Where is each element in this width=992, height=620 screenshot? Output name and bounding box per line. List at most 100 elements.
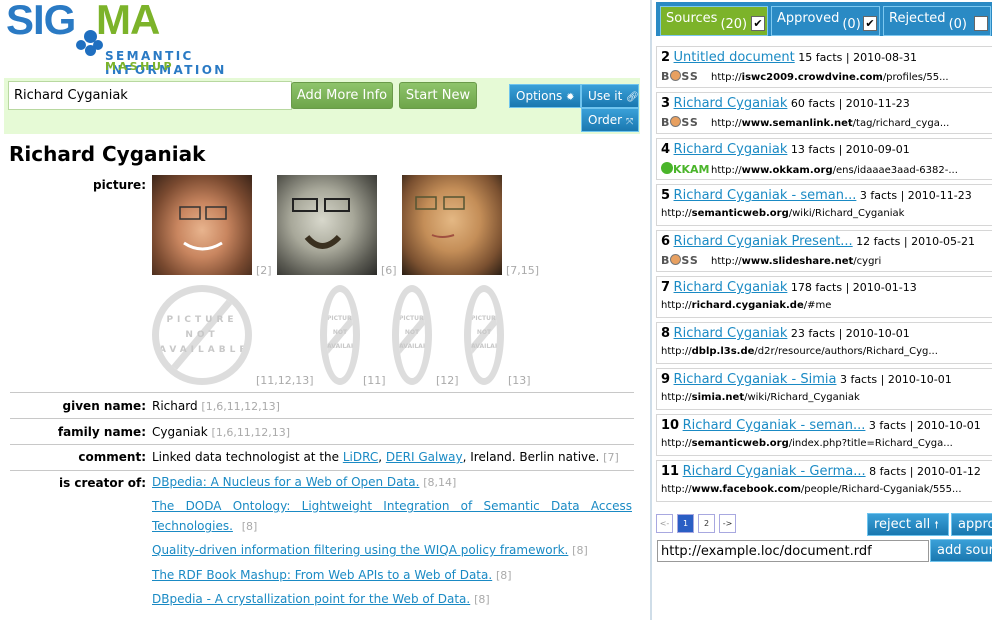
okkam-logo-icon: KKAM — [661, 162, 711, 176]
source-url[interactable]: B SS http://www.semanlink.net/tag/richard_… — [661, 116, 949, 129]
source-meta: 60 facts | 2010-11-23 — [787, 97, 910, 110]
source-title-link[interactable]: Richard Cyganiak — [674, 326, 788, 341]
comment-value: Linked data technologist at the LiDRC, D… — [152, 450, 619, 464]
picture-not-available-4[interactable]: PICTURE NOT AVAILABLE — [464, 285, 504, 385]
source-header: 2 Untitled document 15 facts | 2010-08-3… — [661, 50, 917, 65]
logo-ma: MA — [96, 0, 160, 43]
picture-not-available-2[interactable]: PICTURE NOT AVAILABLE — [320, 285, 360, 385]
source-title-link[interactable]: Richard Cyganiak - seman... — [683, 418, 866, 433]
comment-label: comment: — [78, 450, 146, 464]
source-meta: 15 facts | 2010-08-31 — [794, 51, 918, 64]
source-url[interactable]: http://richard.cyganiak.de/#me — [661, 300, 831, 311]
source-number: 4 — [661, 142, 671, 157]
source-item: 9 Richard Cyganiak - Simia 3 facts | 201… — [656, 368, 992, 410]
source-meta: 12 facts | 2010-05-21 — [852, 235, 976, 248]
source-url[interactable]: B SS http://iswc2009.crowdvine.com/profile… — [661, 70, 949, 83]
approved-checkbox[interactable]: ✔ — [863, 16, 877, 31]
source-title-link[interactable]: Richard Cyganiak — [674, 96, 788, 111]
lidrc-link[interactable]: LiDRC — [343, 450, 378, 464]
entity-title: Richard Cyganiak — [9, 142, 206, 166]
order-button[interactable]: Order ⤧ — [581, 108, 639, 132]
source-meta: 178 facts | 2010-01-13 — [787, 281, 917, 294]
source-item: 7 Richard Cyganiak 178 facts | 2010-01-1… — [656, 276, 992, 318]
order-label: Order — [588, 113, 623, 127]
source-item: 4 Richard Cyganiak 13 facts | 2010-09-01… — [656, 138, 992, 180]
source-title-link[interactable]: Richard Cyganiak - Simia — [674, 372, 837, 387]
source-title-link[interactable]: Richard Cyganiak - seman... — [674, 188, 857, 203]
row-divider — [10, 444, 634, 445]
photo-2[interactable] — [277, 175, 377, 275]
source-number: 5 — [661, 188, 671, 203]
photo-3[interactable] — [402, 175, 502, 275]
logo-sig: SIG — [6, 0, 76, 43]
source-url[interactable]: http://dblp.l3s.de/d2r/resource/authors/… — [661, 346, 938, 357]
creator-item: The RDF Book Mashup: From Web APIs to a … — [152, 568, 512, 582]
source-title-link[interactable]: Untitled document — [674, 50, 795, 65]
creator-link[interactable]: The DODA Ontology: Lightweight Integrati… — [152, 499, 632, 533]
source-header: 3 Richard Cyganiak 60 facts | 2010-11-23 — [661, 96, 910, 111]
start-new-button[interactable]: Start New — [399, 82, 477, 109]
source-item: 5 Richard Cyganiak - seman... 3 facts | … — [656, 184, 992, 226]
sources-checkbox[interactable]: ✔ — [751, 16, 765, 31]
page-2-button[interactable]: 2 — [698, 514, 715, 533]
options-button[interactable]: Options ✹ — [509, 84, 581, 108]
source-number: 10 — [661, 418, 680, 433]
source-number: 7 — [661, 280, 671, 295]
picture-not-available-1-ref: [11,12,13] — [256, 374, 314, 387]
add-source-input[interactable] — [657, 540, 929, 562]
creator-link[interactable]: Quality-driven information filtering usi… — [152, 543, 568, 557]
source-number: 3 — [661, 96, 671, 111]
source-number: 11 — [661, 464, 680, 479]
is-creator-of-label: is creator of: — [58, 476, 146, 490]
source-url[interactable]: KKAMhttp://www.okkam.org/ens/idaaae3aad-… — [661, 162, 958, 176]
creator-link[interactable]: DBpedia: A Nucleus for a Web of Open Dat… — [152, 475, 419, 489]
link-icon: 🔗︎ — [626, 92, 639, 103]
page-1-button[interactable]: 1 — [677, 514, 694, 533]
search-input[interactable] — [8, 81, 292, 110]
source-url[interactable]: http://semanticweb.org/index.php?title=R… — [661, 438, 953, 449]
creator-link[interactable]: DBpedia - A crystallization point for th… — [152, 592, 470, 606]
add-more-info-button[interactable]: Add More Info — [291, 82, 393, 109]
reject-all-button[interactable]: reject all 🠕 — [867, 513, 949, 536]
sigma-logo[interactable]: SIG MA SEMANTIC INFORMATION MASHUP — [4, 0, 314, 77]
creator-link[interactable]: The RDF Book Mashup: From Web APIs to a … — [152, 568, 492, 582]
tab-sources[interactable]: Sources (20) ✔ — [660, 6, 768, 36]
approve-all-button[interactable]: approve all — [951, 513, 992, 536]
source-item: 11 Richard Cyganiak - Germa... 8 facts |… — [656, 460, 992, 502]
family-name-value: Cyganiak [1,6,11,12,13] — [152, 425, 291, 439]
deri-galway-link[interactable]: DERI Galway — [386, 450, 463, 464]
next-page-button[interactable]: -> — [719, 514, 736, 533]
source-header: 9 Richard Cyganiak - Simia 3 facts | 201… — [661, 372, 952, 387]
picture-not-available-2-ref: [11] — [363, 374, 386, 387]
main-panel: SIG MA SEMANTIC INFORMATION MASHUP Add M… — [0, 0, 650, 620]
picture-not-available-3[interactable]: PICTURE NOT AVAILABLE — [392, 285, 432, 385]
boss-logo-icon: B SS — [661, 254, 699, 267]
source-url[interactable]: B SS http://www.slideshare.net/cygri — [661, 254, 881, 267]
rejected-checkbox[interactable] — [974, 16, 988, 31]
tab-rejected[interactable]: Rejected (0) — [883, 6, 991, 36]
source-url[interactable]: http://www.facebook.com/people/Richard-C… — [661, 484, 962, 495]
source-item: 2 Untitled document 15 facts | 2010-08-3… — [656, 46, 992, 88]
given-name-ref: [1,6,11,12,13] — [201, 400, 280, 413]
source-url[interactable]: http://semanticweb.org/wiki/Richard_Cyga… — [661, 208, 904, 219]
picture-not-available-3-ref: [12] — [436, 374, 459, 387]
sources-panel: Sources (20) ✔ Approved (0) ✔ Rejected (0) … — [652, 0, 992, 620]
source-title-link[interactable]: Richard Cyganiak Present... — [674, 234, 853, 249]
use-it-button[interactable]: Use it 🔗︎ — [581, 84, 639, 108]
row-divider — [10, 470, 634, 471]
source-header: 7 Richard Cyganiak 178 facts | 2010-01-1… — [661, 280, 917, 295]
photo-1[interactable] — [152, 175, 252, 275]
logo-tagline-2: MASHUP — [105, 60, 175, 73]
source-number: 6 — [661, 234, 671, 249]
source-meta: 8 facts | 2010-01-12 — [865, 465, 981, 478]
boss-logo-icon: B SS — [661, 70, 699, 83]
source-title-link[interactable]: Richard Cyganiak - Germa... — [683, 464, 866, 479]
source-title-link[interactable]: Richard Cyganiak — [674, 142, 788, 157]
source-url[interactable]: http://simia.net/wiki/Richard_Cyganiak — [661, 392, 860, 403]
tab-approved[interactable]: Approved (0) ✔ — [771, 6, 880, 36]
add-source-button[interactable]: add source — [930, 539, 992, 562]
picture-not-available-1[interactable]: PICTURE NOT AVAILABLE — [152, 285, 252, 385]
source-header: 4 Richard Cyganiak 13 facts | 2010-09-01 — [661, 142, 910, 157]
prev-page-button[interactable]: <- — [656, 514, 673, 533]
source-title-link[interactable]: Richard Cyganiak — [674, 280, 788, 295]
